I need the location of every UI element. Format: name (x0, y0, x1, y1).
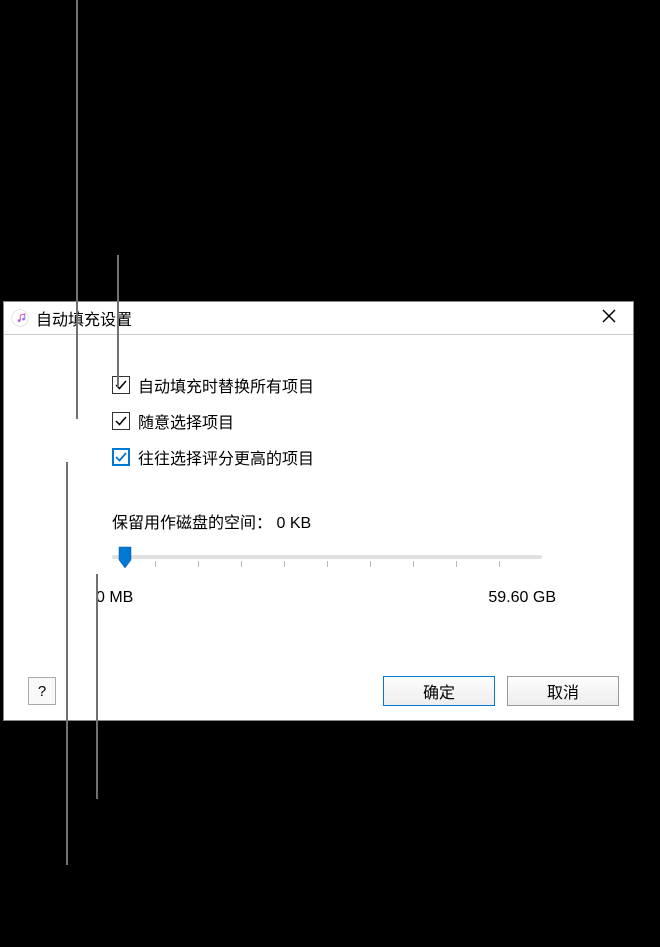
checkbox-label: 随意选择项目 (138, 409, 234, 433)
callout-line-4 (66, 462, 68, 865)
help-button[interactable]: ? (28, 677, 56, 705)
titlebar: 自动填充设置 (4, 302, 633, 335)
checkmark-icon (115, 415, 127, 427)
checkbox-label: 自动填充时替换所有项目 (138, 373, 314, 397)
slider-min-label: 0 MB (96, 589, 133, 607)
checkbox-row-replace-all: 自动填充时替换所有项目 (112, 373, 633, 397)
slider-thumb[interactable] (118, 546, 132, 570)
slider-label-prefix: 保留用作磁盘的空间： (112, 515, 272, 532)
callout-line-3 (96, 574, 98, 799)
dialog-content: 自动填充时替换所有项目 随意选择项目 往往选择评分更高的项目 保留用作磁盘的空间… (4, 335, 633, 607)
checkbox-label: 往往选择评分更高的项目 (138, 445, 314, 469)
reserve-space-section: 保留用作磁盘的空间： 0 KB (104, 509, 633, 607)
close-icon (602, 309, 616, 327)
slider-range-labels: 0 MB 59.60 GB (96, 589, 556, 607)
help-icon: ? (38, 683, 46, 700)
slider-value: 0 KB (276, 515, 311, 532)
button-row: ? 确定 取消 (4, 676, 633, 706)
autofill-settings-dialog: 自动填充设置 自动填充时替换所有项目 (3, 301, 634, 721)
itunes-icon (10, 308, 30, 328)
cancel-button[interactable]: 取消 (507, 676, 619, 706)
slider-track-wrap (112, 555, 542, 559)
checkbox-row-random: 随意选择项目 (112, 409, 633, 433)
close-button[interactable] (585, 302, 633, 335)
cancel-button-label: 取消 (547, 679, 579, 703)
checkbox-replace-all[interactable] (112, 376, 130, 394)
slider-max-label: 59.60 GB (488, 589, 556, 607)
checkbox-higher-rating[interactable] (112, 448, 130, 466)
reserve-space-slider[interactable] (112, 555, 542, 559)
ok-button[interactable]: 确定 (383, 676, 495, 706)
slider-label: 保留用作磁盘的空间： 0 KB (112, 509, 633, 533)
ok-button-label: 确定 (423, 679, 455, 703)
callout-line-1 (76, 0, 78, 419)
checkbox-random[interactable] (112, 412, 130, 430)
callout-line-2 (117, 255, 119, 387)
checkmark-icon (115, 451, 127, 463)
checkbox-row-higher-rating: 往往选择评分更高的项目 (112, 445, 633, 469)
